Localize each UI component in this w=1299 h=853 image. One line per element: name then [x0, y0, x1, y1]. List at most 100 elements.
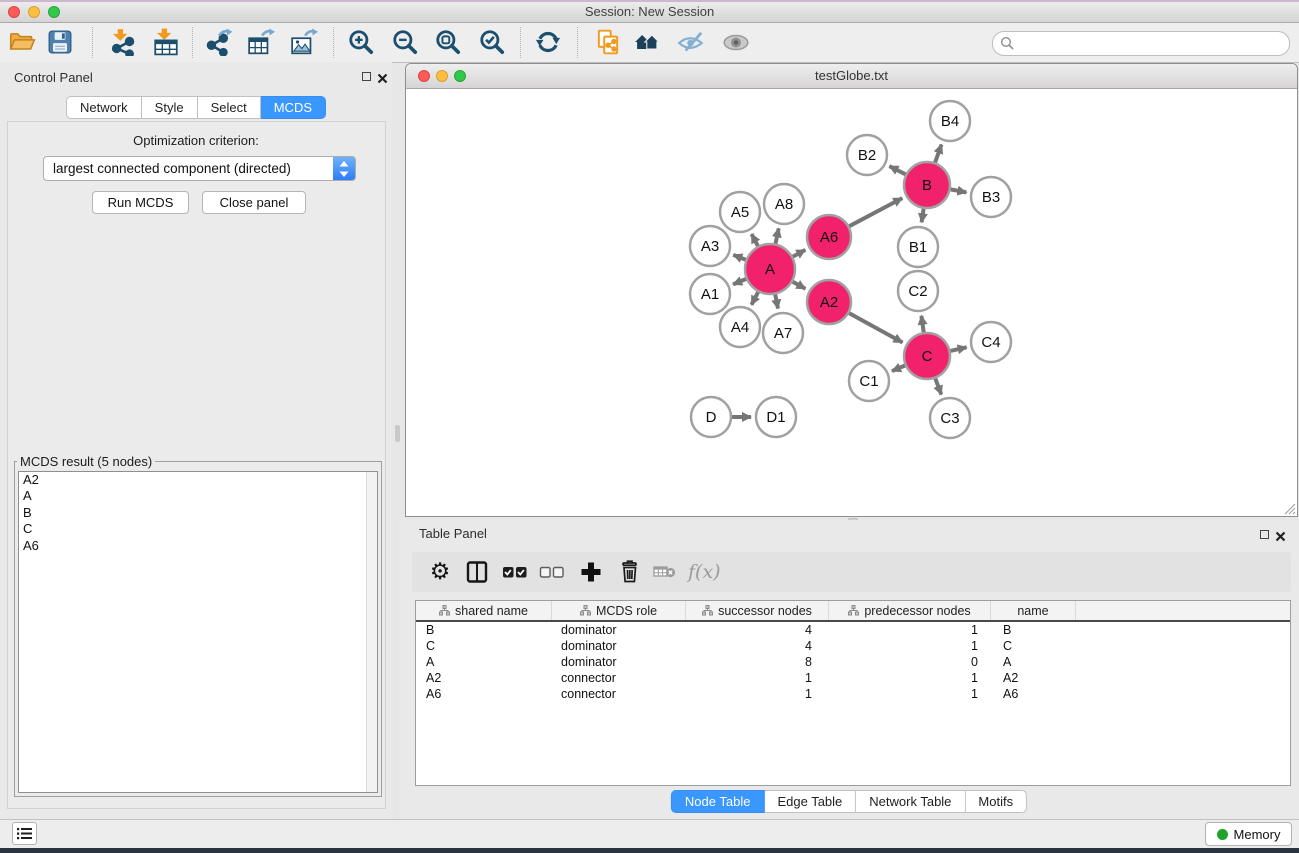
tab-network[interactable]: Network: [66, 96, 142, 119]
graph-node-C4[interactable]: C4: [971, 322, 1011, 362]
graph-node-C2[interactable]: C2: [898, 271, 938, 311]
tab-mcds[interactable]: MCDS: [261, 96, 326, 119]
memory-button[interactable]: Memory: [1205, 822, 1292, 846]
save-session-icon[interactable]: [46, 28, 74, 56]
mcds-result-item[interactable]: A2: [19, 472, 377, 488]
export-image-icon[interactable]: [290, 28, 318, 56]
table-row[interactable]: A6connector11A6: [416, 686, 1290, 702]
mcds-result-list[interactable]: A2ABCA6: [18, 471, 378, 793]
zoom-selected-icon[interactable]: [478, 28, 506, 56]
graph-edge-A-A1[interactable]: [733, 279, 746, 284]
zoom-in-icon[interactable]: [347, 28, 375, 56]
graph-edge-A-A4[interactable]: [752, 292, 759, 305]
close-panel-icon[interactable]: [377, 71, 388, 82]
close-network-button[interactable]: [418, 70, 430, 82]
zoom-window-button[interactable]: [48, 6, 60, 18]
import-network-icon[interactable]: [108, 28, 136, 56]
delete-table-icon[interactable]: [652, 559, 678, 585]
graph-edge-A6-B[interactable]: [849, 198, 902, 226]
tab-edge-table[interactable]: Edge Table: [764, 790, 856, 813]
node-table[interactable]: shared nameMCDS rolesuccessor nodesprede…: [415, 600, 1291, 786]
float-panel-icon[interactable]: [362, 72, 371, 81]
delete-column-icon[interactable]: [617, 559, 643, 585]
graph-node-A8[interactable]: A8: [764, 184, 804, 224]
mcds-result-item[interactable]: A: [19, 488, 377, 504]
function-builder-icon[interactable]: f(x): [688, 559, 728, 585]
graph-node-A3[interactable]: A3: [690, 226, 730, 266]
minimize-window-button[interactable]: [28, 6, 40, 18]
graph-node-A5[interactable]: A5: [720, 192, 760, 232]
deselect-all-icon[interactable]: [539, 559, 565, 585]
graph-edge-C-C2[interactable]: [921, 316, 923, 332]
graph-node-B2[interactable]: B2: [847, 135, 887, 175]
mcds-result-item[interactable]: C: [19, 521, 377, 537]
column-header-mcds-role[interactable]: MCDS role: [552, 601, 686, 620]
graph-node-C1[interactable]: C1: [849, 361, 889, 401]
graph-edge-A-A7[interactable]: [775, 295, 778, 309]
graph-edge-A-A8[interactable]: [776, 228, 779, 243]
graph-edge-B-B3[interactable]: [951, 189, 967, 192]
criterion-dropdown[interactable]: largest connected component (directed): [43, 156, 356, 181]
minimize-network-button[interactable]: [436, 70, 448, 82]
close-table-panel-icon[interactable]: [1275, 529, 1286, 540]
column-header-name[interactable]: name: [991, 601, 1076, 620]
graph-edge-A2-C[interactable]: [849, 313, 902, 342]
open-session-icon[interactable]: [8, 28, 36, 56]
graph-node-C[interactable]: C: [904, 333, 950, 379]
graph-node-D1[interactable]: D1: [756, 397, 796, 437]
column-header-shared-name[interactable]: shared name: [416, 601, 552, 620]
show-all-icon[interactable]: [722, 28, 750, 56]
graph-node-B3[interactable]: B3: [971, 177, 1011, 217]
graph-edge-C-C4[interactable]: [950, 347, 966, 351]
tab-motifs[interactable]: Motifs: [965, 790, 1027, 813]
zoom-network-button[interactable]: [454, 70, 466, 82]
graph-edge-A-A2[interactable]: [793, 282, 806, 289]
graph-edge-A-A6[interactable]: [793, 250, 805, 257]
network-graph[interactable]: B4B2BB3A5A8A6B1A3AC2A1A2A4A7C4CC1DD1C3: [406, 88, 1297, 516]
splitter-grip[interactable]: [395, 425, 400, 442]
scrollbar[interactable]: [366, 472, 377, 792]
tab-select[interactable]: Select: [198, 96, 261, 119]
export-table-icon[interactable]: [247, 28, 275, 56]
first-neighbors-icon[interactable]: [633, 28, 661, 56]
search-field[interactable]: [992, 31, 1290, 56]
graph-node-D[interactable]: D: [691, 397, 731, 437]
graph-node-B1[interactable]: B1: [898, 227, 938, 267]
select-all-icon[interactable]: [502, 559, 528, 585]
table-row[interactable]: Bdominator41B: [416, 622, 1290, 638]
graph-edge-A-A3[interactable]: [733, 255, 745, 260]
graph-node-A6[interactable]: A6: [807, 215, 851, 259]
export-network-icon[interactable]: [205, 28, 233, 56]
close-window-button[interactable]: [8, 6, 20, 18]
graph-edge-A-A5[interactable]: [752, 234, 758, 246]
table-settings-icon[interactable]: ⚙: [427, 558, 453, 584]
graph-edge-B-B2[interactable]: [889, 166, 905, 174]
add-column-icon[interactable]: [578, 559, 604, 585]
graph-node-A4[interactable]: A4: [720, 307, 760, 347]
resize-grip-icon[interactable]: [1283, 502, 1296, 515]
graph-edge-B-B4[interactable]: [935, 145, 941, 163]
graph-edge-B-B1[interactable]: [922, 209, 924, 223]
graph-node-A2[interactable]: A2: [807, 280, 851, 324]
tab-node-table[interactable]: Node Table: [671, 790, 765, 813]
graph-node-C3[interactable]: C3: [930, 398, 970, 438]
graph-node-A7[interactable]: A7: [763, 313, 803, 353]
table-row[interactable]: A2connector11A2: [416, 670, 1290, 686]
run-mcds-button[interactable]: Run MCDS: [92, 191, 189, 214]
hide-selected-icon[interactable]: [677, 28, 705, 56]
table-row[interactable]: Adominator80A: [416, 654, 1290, 670]
mcds-result-item[interactable]: A6: [19, 538, 377, 554]
mcds-result-item[interactable]: B: [19, 505, 377, 521]
graph-node-A1[interactable]: A1: [690, 274, 730, 314]
new-network-from-selection-icon[interactable]: [594, 28, 622, 56]
column-header-successor-nodes[interactable]: successor nodes: [686, 601, 829, 620]
dropdown-stepper-icon[interactable]: [333, 157, 355, 180]
search-input[interactable]: [1019, 33, 1283, 54]
task-history-button[interactable]: [12, 822, 37, 845]
refresh-icon[interactable]: [534, 28, 562, 56]
float-table-panel-icon[interactable]: [1260, 530, 1269, 539]
tab-network-table[interactable]: Network Table: [856, 790, 965, 813]
graph-node-A[interactable]: A: [745, 244, 795, 294]
graph-node-B[interactable]: B: [904, 162, 950, 208]
column-header-predecessor-nodes[interactable]: predecessor nodes: [829, 601, 991, 620]
